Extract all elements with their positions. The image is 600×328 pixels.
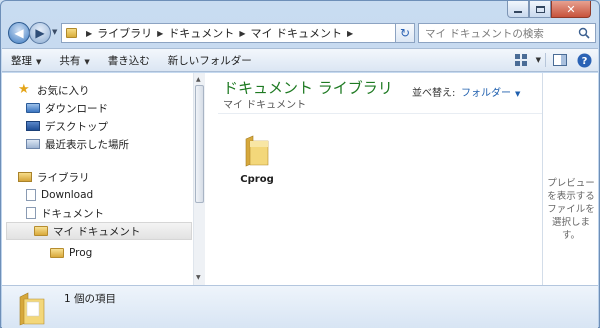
refresh-button[interactable]: ↻	[395, 23, 415, 43]
recent-pages-dropdown[interactable]: ▼	[52, 28, 57, 36]
folder-icon	[34, 226, 48, 236]
content-area: ★ お気に入り ダウンロード デスクトップ 最近表示した場所 ライブラリ Dow…	[2, 73, 598, 285]
folder-icon	[245, 135, 269, 167]
downloads-folder-icon	[26, 103, 40, 113]
minimize-icon	[514, 10, 522, 13]
sidebar-item-label: ドキュメント	[41, 207, 104, 220]
library-document-icon	[26, 189, 36, 201]
scrollbar-thumb[interactable]	[195, 85, 204, 203]
sidebar-item-label: ダウンロード	[45, 102, 108, 115]
forward-arrow-icon: ▶	[35, 26, 45, 40]
back-button[interactable]: ◀	[8, 22, 30, 44]
preview-pane-button[interactable]	[550, 51, 570, 69]
view-dropdown-icon[interactable]: ▼	[536, 56, 541, 64]
library-folder-icon	[66, 28, 77, 38]
view-grid-icon	[514, 54, 527, 66]
close-button[interactable]: ✕	[551, 1, 591, 18]
preview-pane-icon	[553, 54, 567, 66]
sidebar-scrollbar[interactable]: ▲ ▼	[193, 73, 205, 285]
sidebar-item-prog[interactable]: Prog	[50, 244, 92, 262]
chevron-down-icon: ▼	[515, 90, 521, 98]
organize-label: 整理	[11, 54, 32, 67]
share-button[interactable]: 共有 ▼	[50, 53, 98, 68]
search-icon[interactable]	[578, 27, 590, 39]
breadcrumb-documents[interactable]: ドキュメント	[168, 25, 234, 41]
sidebar-item-desktop[interactable]: デスクトップ	[26, 117, 108, 135]
new-folder-button[interactable]: 新しいフォルダー	[159, 53, 261, 68]
sidebar-item-downloads[interactable]: ダウンロード	[26, 99, 108, 117]
divider	[218, 113, 542, 114]
sidebar-item-label: 最近表示した場所	[45, 138, 129, 151]
caption-buttons: ✕	[507, 1, 591, 18]
forward-button[interactable]: ▶	[29, 22, 51, 44]
library-subtitle: マイ ドキュメント	[223, 100, 307, 111]
breadcrumb-libraries[interactable]: ライブラリ	[97, 25, 152, 41]
share-label: 共有	[59, 54, 81, 67]
sidebar-item-recent-places[interactable]: 最近表示した場所	[26, 135, 129, 153]
sidebar-item-libraries[interactable]: ライブラリ	[18, 168, 90, 186]
burn-label: 書き込む	[107, 54, 150, 67]
new-folder-label: 新しいフォルダー	[167, 54, 252, 67]
item-count: 1 個の項目	[64, 293, 117, 305]
file-list-pane: ドキュメント ライブラリ マイ ドキュメント 並べ替え: フォルダー ▼ Cpro…	[218, 73, 542, 285]
folder-name: Cprog	[240, 174, 274, 185]
details-pane: 1 個の項目	[2, 285, 598, 328]
sidebar-item-label: お気に入り	[37, 84, 90, 97]
chevron-right-icon[interactable]: ▶	[239, 29, 245, 38]
chevron-right-icon[interactable]: ▶	[157, 29, 163, 38]
sidebar-item-download-library[interactable]: Download	[26, 186, 93, 204]
maximize-button[interactable]	[529, 1, 551, 18]
breadcrumb-my-documents[interactable]: マイ ドキュメント	[250, 25, 342, 41]
organize-button[interactable]: 整理 ▼	[2, 53, 50, 68]
folder-icon	[19, 292, 45, 326]
desktop-icon	[26, 121, 40, 131]
divider	[545, 53, 546, 67]
refresh-icon: ↻	[399, 26, 411, 40]
search-input[interactable]: マイ ドキュメントの検索	[425, 26, 544, 41]
minimize-button[interactable]	[507, 1, 529, 18]
sort-value: フォルダー	[461, 88, 511, 99]
sidebar-item-label: Prog	[69, 247, 93, 259]
scroll-up-icon[interactable]: ▲	[196, 76, 201, 83]
chevron-right-icon[interactable]: ▶	[347, 29, 353, 38]
navigation-pane: ★ お気に入り ダウンロード デスクトップ 最近表示した場所 ライブラリ Dow…	[2, 73, 193, 285]
sidebar-item-label: デスクトップ	[45, 120, 108, 133]
search-box[interactable]: マイ ドキュメントの検索	[418, 23, 596, 43]
scroll-down-icon[interactable]: ▼	[196, 274, 201, 281]
folder-icon	[50, 248, 64, 258]
change-view-button[interactable]	[512, 51, 532, 69]
chevron-right-icon[interactable]: ▶	[86, 29, 92, 38]
preview-message: プレビューを表示するファイルを選択します。	[547, 178, 595, 241]
maximize-icon	[535, 5, 545, 13]
sidebar-item-my-documents[interactable]: マイ ドキュメント	[6, 222, 192, 240]
sort-label: 並べ替え:	[412, 88, 456, 99]
preview-pane: プレビューを表示するファイルを選択します。	[542, 73, 598, 285]
chevron-down-icon: ▼	[84, 57, 90, 66]
folder-item-cprog[interactable]: Cprog	[235, 135, 279, 185]
svg-text:?: ?	[581, 56, 587, 67]
view-controls: ▼ ?	[512, 51, 594, 69]
back-arrow-icon: ◀	[14, 26, 24, 40]
library-document-icon	[26, 207, 36, 219]
navigation-bar: ◀ ▶ ▼ ▶ ライブラリ ▶ ドキュメント ▶ マイ ドキュメント ▶ ▼ ↻…	[5, 22, 597, 46]
sidebar-item-favorites[interactable]: ★ お気に入り	[18, 81, 90, 99]
burn-button[interactable]: 書き込む	[99, 53, 159, 68]
sidebar-item-label: マイ ドキュメント	[53, 225, 141, 238]
library-title: ドキュメント ライブラリ	[223, 79, 393, 97]
sidebar-item-label: Download	[41, 189, 94, 201]
libraries-icon	[18, 172, 32, 182]
sort-dropdown[interactable]: フォルダー ▼	[461, 84, 520, 99]
help-icon: ?	[577, 53, 591, 67]
close-icon: ✕	[566, 2, 576, 16]
recent-places-icon	[26, 139, 40, 149]
sidebar-item-label: ライブラリ	[37, 171, 90, 184]
explorer-window: ✕ ◀ ▶ ▼ ▶ ライブラリ ▶ ドキュメント ▶ マイ ドキュメント ▶ ▼…	[0, 0, 600, 328]
help-button[interactable]: ?	[574, 51, 594, 69]
address-bar[interactable]: ▶ ライブラリ ▶ ドキュメント ▶ マイ ドキュメント ▶ ▼	[61, 23, 414, 43]
command-bar: 整理 ▼ 共有 ▼ 書き込む 新しいフォルダー ▼ ?	[2, 48, 598, 72]
sidebar-item-documents[interactable]: ドキュメント	[26, 204, 104, 222]
chevron-down-icon: ▼	[36, 57, 42, 66]
star-icon: ★	[18, 82, 30, 97]
